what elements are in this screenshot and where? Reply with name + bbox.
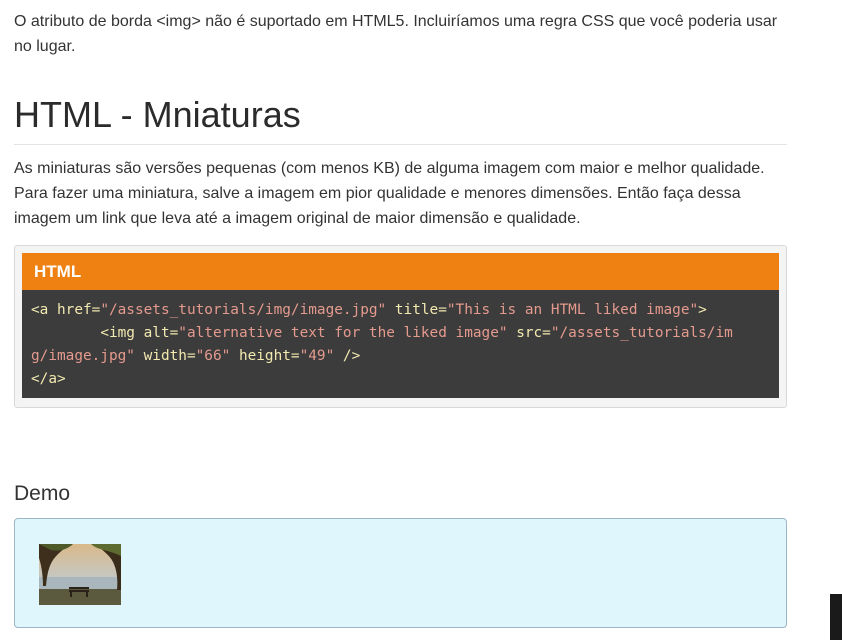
section-divider [14,144,787,145]
code-token: "/assets_tutorials/img/image.jpg" [100,302,387,318]
thumbnail-image[interactable] [39,544,121,605]
code-token: alt= [134,325,179,341]
code-token: height= [230,348,300,364]
code-token: <img [100,325,135,341]
code-token: width= [134,348,196,364]
demo-box [14,518,787,628]
code-line: g/image.jpg" width="66" height="49" /> [31,345,770,368]
demo-heading: Demo [14,482,71,505]
code-token: "This is an HTML liked image" [446,302,699,318]
intro-paragraph: O atributo de borda <img> não é suportad… [14,13,778,55]
code-token: "/assets_tutorials/im [550,325,733,341]
code-token: > [698,302,707,318]
code-example-panel: HTML <a href="/assets_tutorials/img/imag… [14,245,787,408]
code-line: <a href="/assets_tutorials/img/image.jpg… [31,299,770,322]
code-token: g/image.jpg" [31,348,135,364]
code-token: title= [386,302,447,318]
code-token: <a [31,302,49,318]
section-description: As miniaturas são versões pequenas (com … [14,160,765,227]
code-line: <img alt="alternative text for the liked… [31,322,770,345]
code-token: src= [507,325,551,341]
code-token: </a> [31,371,66,387]
code-token: "66" [195,348,231,364]
code-block: <a href="/assets_tutorials/img/image.jpg… [22,290,779,398]
code-token: "alternative text for the liked image" [178,325,508,341]
code-language-label: HTML [22,253,779,290]
code-line: </a> [31,368,770,391]
thumbnail-link[interactable] [39,544,121,605]
code-token: /> [334,348,361,364]
code-token: "49" [299,348,335,364]
section-title: HTML - Mniaturas [14,94,301,135]
code-token: href= [48,302,101,318]
scrollbar-thumb[interactable] [830,594,842,640]
